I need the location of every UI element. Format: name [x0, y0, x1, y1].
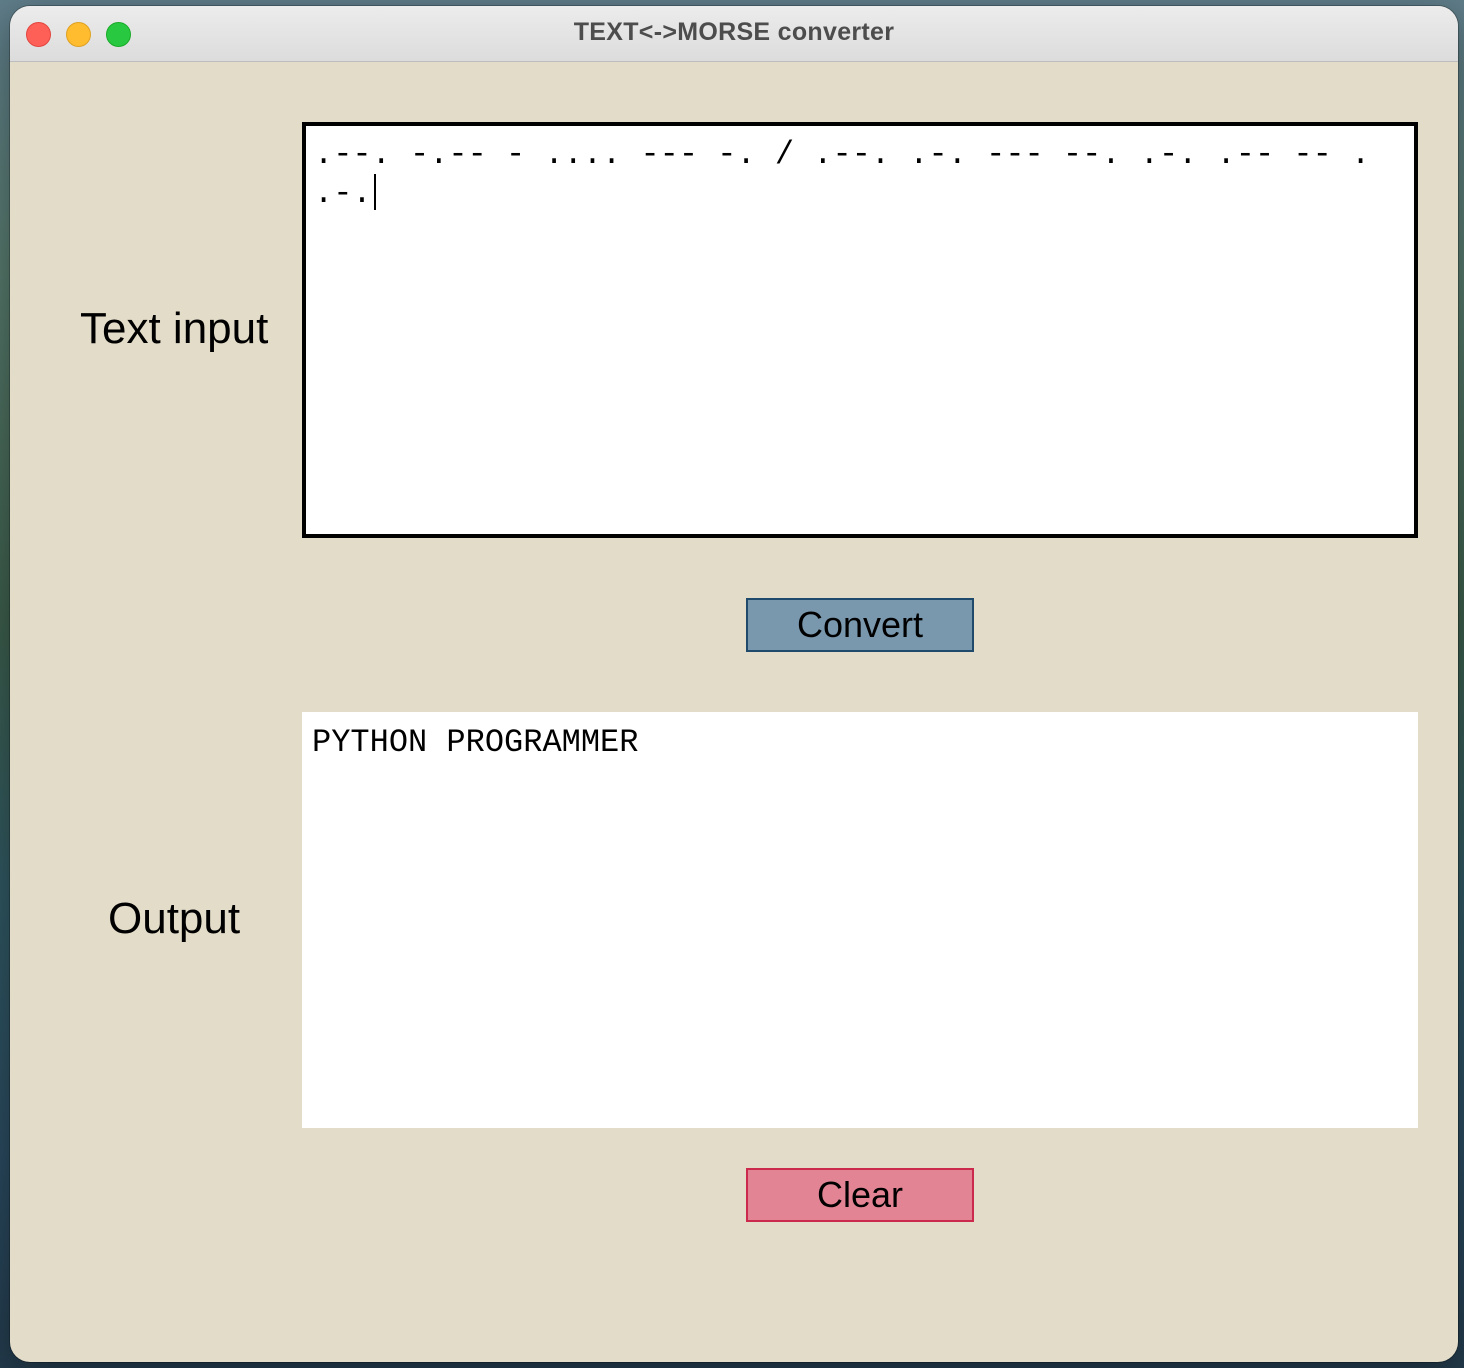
convert-button[interactable]: Convert: [746, 598, 974, 652]
output-field[interactable]: PYTHON PROGRAMMER: [302, 712, 1418, 1128]
clear-button[interactable]: Clear: [746, 1168, 974, 1222]
app-window: TEXT<->MORSE converter Text input .--. -…: [10, 6, 1458, 1362]
text-input-field[interactable]: .--. -.-- - .... --- -. / .--. .-. --- -…: [302, 122, 1418, 538]
output-value: PYTHON PROGRAMMER: [312, 724, 639, 761]
output-label: Output: [108, 894, 241, 943]
text-input-label: Text input: [80, 304, 269, 353]
text-input-value: .--. -.-- - .... --- -. / .--. .-. --- -…: [314, 136, 1390, 212]
text-cursor: [373, 174, 376, 210]
window-title: TEXT<->MORSE converter: [573, 18, 895, 46]
title-bar[interactable]: TEXT<->MORSE converter: [10, 6, 1458, 62]
